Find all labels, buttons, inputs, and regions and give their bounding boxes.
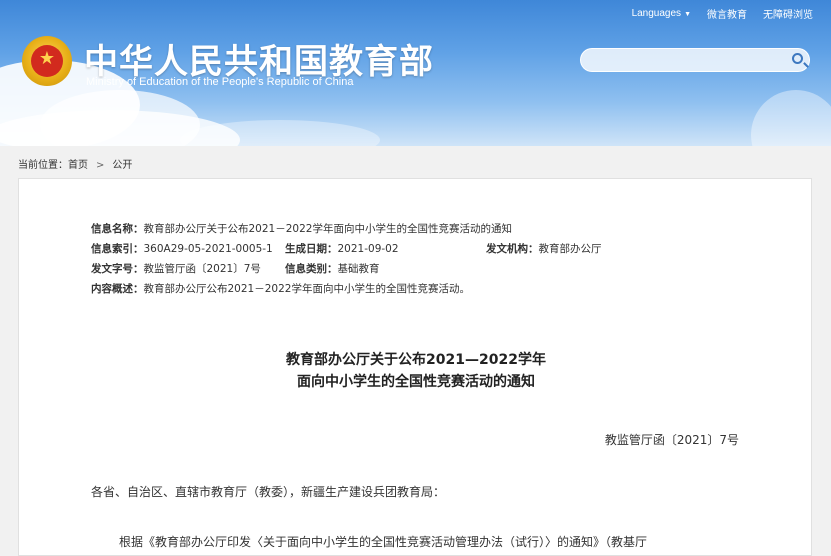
meta-docno-label: 发文字号： bbox=[91, 263, 144, 275]
top-links: Languages ▼ 微言教育 无障碍浏览 bbox=[632, 6, 813, 21]
dandelion-decoration bbox=[751, 90, 831, 146]
star-icon: ★ bbox=[38, 48, 56, 69]
meta-org-value: 教育部办公厅 bbox=[538, 243, 602, 255]
meta-date-value: 2021-09-02 bbox=[337, 243, 399, 255]
content-panel: 信息名称：教育部办公厅关于公布2021－2022学年面向中小学生的全国性竞赛活动… bbox=[18, 178, 812, 556]
document-body-text: 根据《教育部办公厅印发〈关于面向中小学生的全国性竞赛活动管理办法（试行）〉的通知… bbox=[119, 535, 648, 549]
meta-category-label: 信息类别： bbox=[285, 263, 338, 275]
document-title-line2: 面向中小学生的全国性竞赛活动的通知 bbox=[297, 374, 535, 390]
meta-name-label: 信息名称： bbox=[91, 223, 144, 235]
meta-index-value: 360A29-05-2021-0005-1 bbox=[143, 243, 273, 255]
chevron-right-icon: > bbox=[96, 160, 105, 171]
emblem-shield: ★ bbox=[31, 45, 63, 77]
document-title-line1: 教育部办公厅关于公布2021—2022学年 bbox=[286, 352, 546, 368]
weibo-link[interactable]: 微言教育 bbox=[707, 6, 747, 21]
meta-org-label: 发文机构： bbox=[486, 243, 539, 255]
meta-summary-value: 教育部办公厅公布2021－2022学年面向中小学生的全国性竞赛活动。 bbox=[143, 283, 470, 295]
meta-summary-label: 内容概述： bbox=[91, 283, 144, 295]
national-emblem-icon[interactable]: ★ bbox=[22, 36, 72, 86]
meta-docno-value: 教监管厅函〔2021〕7号 bbox=[143, 263, 261, 275]
meta-category-value: 基础教育 bbox=[337, 263, 380, 275]
header-banner: Languages ▼ 微言教育 无障碍浏览 ★ 中华人民共和国教育部 Minis… bbox=[0, 0, 831, 146]
meta-row-docno: 发文字号：教监管厅函〔2021〕7号 信息类别：基础教育 bbox=[91, 261, 380, 276]
breadcrumb: 当前位置：首页 > 公开 bbox=[18, 156, 132, 171]
search-input[interactable] bbox=[591, 49, 785, 73]
search-icon[interactable] bbox=[792, 53, 803, 64]
meta-name-value: 教育部办公厅关于公布2021－2022学年面向中小学生的全国性竞赛活动的通知 bbox=[143, 223, 512, 235]
breadcrumb-current[interactable]: 公开 bbox=[112, 160, 132, 171]
breadcrumb-home[interactable]: 首页 bbox=[68, 160, 88, 171]
document-number: 教监管厅函〔2021〕7号 bbox=[604, 433, 739, 447]
languages-link[interactable]: Languages ▼ bbox=[632, 8, 691, 19]
site-subtitle: Ministry of Education of the People's Re… bbox=[86, 76, 354, 88]
meta-row-summary: 内容概述：教育部办公厅公布2021－2022学年面向中小学生的全国性竞赛活动。 bbox=[91, 281, 470, 296]
languages-label: Languages bbox=[631, 8, 682, 19]
search-box bbox=[580, 48, 810, 73]
meta-index-label: 信息索引： bbox=[91, 243, 144, 255]
breadcrumb-label: 当前位置： bbox=[18, 160, 68, 171]
meta-row-name: 信息名称：教育部办公厅关于公布2021－2022学年面向中小学生的全国性竞赛活动… bbox=[91, 221, 512, 236]
chevron-down-icon: ▼ bbox=[684, 11, 691, 18]
meta-date-label: 生成日期： bbox=[285, 243, 338, 255]
meta-row-index: 信息索引：360A29-05-2021-0005-1 生成日期：2021-09-… bbox=[91, 241, 602, 256]
document-addressee: 各省、自治区、直辖市教育厅（教委），新疆生产建设兵团教育局： bbox=[91, 485, 446, 499]
accessibility-link[interactable]: 无障碍浏览 bbox=[763, 6, 813, 21]
